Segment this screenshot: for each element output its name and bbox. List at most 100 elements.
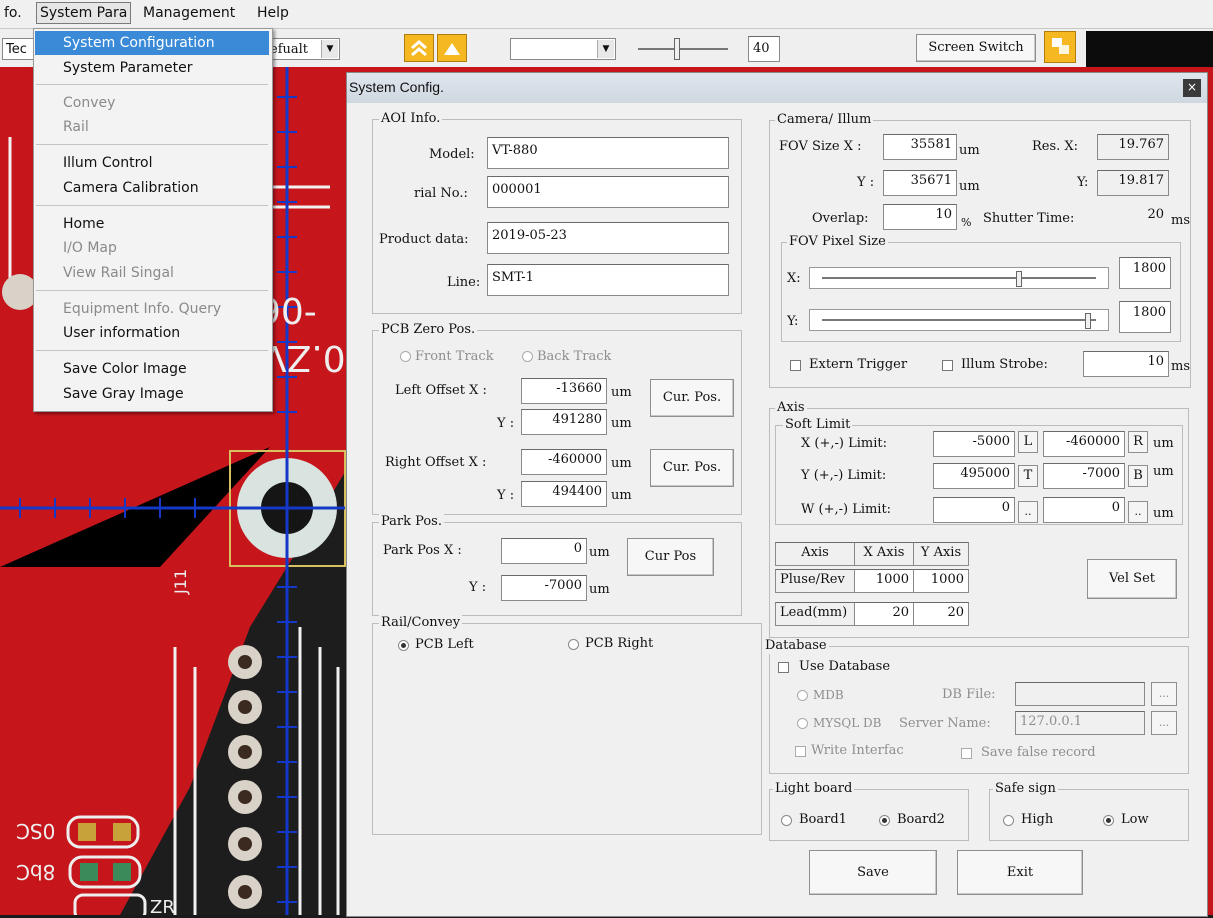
- screen-switch-button[interactable]: Screen Switch: [916, 34, 1036, 62]
- zoom-value-field[interactable]: 40: [748, 36, 780, 62]
- board2-radio[interactable]: [879, 815, 890, 826]
- save-button[interactable]: Save: [809, 850, 937, 895]
- menu-item-illum-control[interactable]: Illum Control: [35, 151, 269, 175]
- use-database-checkbox[interactable]: [778, 662, 789, 673]
- right-cur-pos-button[interactable]: Cur. Pos.: [650, 449, 734, 487]
- left-offset-x-field[interactable]: -13660: [521, 378, 607, 404]
- back-track-radio: [522, 351, 533, 362]
- right-offset-y-field[interactable]: 494400: [521, 481, 607, 507]
- rail-convey-group-label: Rail/Convey: [379, 615, 463, 631]
- menu-item-camera-calibration[interactable]: Camera Calibration: [35, 176, 269, 200]
- menu-item-view-rail-signal: View Rail Singal: [63, 265, 174, 281]
- pluse-rev-x-field[interactable]: 1000: [854, 569, 914, 593]
- zoom-slider[interactable]: [638, 48, 728, 50]
- menu-item-save-color-image[interactable]: Save Color Image: [35, 357, 269, 381]
- low-label: Low: [1121, 812, 1149, 827]
- x-limit-neg-field[interactable]: -460000: [1043, 431, 1125, 457]
- high-radio[interactable]: [1003, 815, 1014, 826]
- db-file-browse-button: ...: [1151, 682, 1177, 706]
- y-limit-pos-field[interactable]: 495000: [933, 463, 1015, 489]
- menu-management[interactable]: Management: [139, 3, 239, 23]
- w-limit-pos-field[interactable]: 0: [933, 497, 1015, 523]
- product-data-field[interactable]: 2019-05-23: [487, 222, 729, 254]
- pixel-x-slider-thumb[interactable]: [1016, 271, 1023, 287]
- pcb-left-radio[interactable]: [398, 640, 409, 651]
- park-pos-y-label: Y :: [469, 580, 487, 595]
- pcb-right-label: PCB Right: [585, 636, 654, 651]
- light-board-group-label: Light board: [773, 781, 855, 797]
- pluse-rev-y-field[interactable]: 1000: [913, 569, 969, 593]
- model-field[interactable]: VT-880: [487, 137, 729, 169]
- up-arrow-button[interactable]: [437, 34, 467, 62]
- pcb-right-radio[interactable]: [568, 639, 579, 650]
- vel-set-button[interactable]: Vel Set: [1087, 559, 1177, 599]
- dialog-titlebar: System Config. ×: [347, 73, 1207, 103]
- menu-item-home[interactable]: Home: [35, 212, 269, 236]
- close-button[interactable]: ×: [1183, 79, 1201, 97]
- y-limit-neg-field[interactable]: -7000: [1043, 463, 1125, 489]
- line-field[interactable]: SMT-1: [487, 264, 729, 296]
- lead-x-field[interactable]: 20: [854, 602, 914, 626]
- park-pos-y-field[interactable]: -7000: [501, 575, 587, 601]
- board1-radio[interactable]: [781, 815, 792, 826]
- switch-icon-button[interactable]: [1044, 31, 1076, 63]
- database-group-label: Database: [763, 638, 829, 654]
- y-limit-t-button[interactable]: T: [1018, 465, 1038, 487]
- illum-strobe-checkbox[interactable]: [942, 360, 953, 371]
- use-database-label: Use Database: [799, 659, 891, 674]
- menu-system-para[interactable]: System Para: [36, 2, 132, 24]
- w-limit-neg-browse-button[interactable]: ..: [1128, 501, 1148, 523]
- w-limit-label: W (+,-) Limit:: [801, 502, 892, 517]
- w-limit-pos-browse-button[interactable]: ..: [1018, 501, 1038, 523]
- park-pos-x-field[interactable]: 0: [501, 538, 587, 564]
- chevron-down-icon[interactable]: ▼: [321, 40, 338, 58]
- x-limit-l-button[interactable]: L: [1018, 431, 1038, 453]
- shutter-time-unit: ms: [1171, 213, 1190, 228]
- fov-size-y-unit: um: [959, 179, 980, 194]
- left-offset-y-unit: um: [611, 416, 632, 431]
- pixel-x-slider[interactable]: [809, 267, 1109, 289]
- pixel-y-slider-track: [822, 319, 1096, 321]
- fov-size-y-field[interactable]: 35671: [883, 170, 957, 196]
- pixel-y-slider-thumb[interactable]: [1084, 313, 1091, 329]
- front-track-radio: [400, 351, 411, 362]
- pixel-x-field[interactable]: 1800: [1119, 257, 1171, 289]
- menu-help[interactable]: Help: [253, 3, 293, 23]
- back-track-label: Back Track: [537, 349, 612, 364]
- overlap-field[interactable]: 10: [883, 204, 957, 230]
- left-offset-y-label: Y :: [497, 416, 515, 431]
- x-limit-pos-field[interactable]: -5000: [933, 431, 1015, 457]
- lead-y-field[interactable]: 20: [913, 602, 969, 626]
- menu-item-system-configuration[interactable]: System Configuration: [35, 31, 269, 55]
- double-up-arrow-button[interactable]: [404, 34, 434, 62]
- mode-combo[interactable]: ▼: [510, 38, 616, 60]
- menu-separator: [36, 350, 268, 351]
- menu-item-user-information[interactable]: User information: [35, 321, 269, 345]
- res-y-label: Y:: [1077, 175, 1089, 190]
- extern-trigger-checkbox[interactable]: [790, 360, 801, 371]
- park-pos-group-label: Park Pos.: [379, 514, 444, 530]
- pixel-x-slider-track: [822, 277, 1096, 279]
- park-cur-pos-button[interactable]: Cur Pos: [627, 538, 714, 576]
- right-offset-x-field[interactable]: -460000: [521, 449, 607, 475]
- low-radio[interactable]: [1103, 815, 1114, 826]
- pixel-y-slider[interactable]: [809, 309, 1109, 331]
- serial-no-field[interactable]: 000001: [487, 176, 729, 208]
- default-combo[interactable]: efualt ▼: [266, 38, 340, 60]
- menu-item-system-parameter[interactable]: System Parameter: [35, 56, 269, 80]
- mysql-db-label: MYSQL DB: [813, 716, 882, 730]
- tech-combo-label: Tec: [6, 42, 27, 57]
- left-offset-y-field[interactable]: 491280: [521, 409, 607, 435]
- y-limit-b-button[interactable]: B: [1128, 465, 1148, 487]
- w-limit-neg-field[interactable]: 0: [1043, 497, 1125, 523]
- illum-strobe-field[interactable]: 10: [1083, 351, 1169, 377]
- pixel-y-field[interactable]: 1800: [1119, 301, 1171, 333]
- menu-info[interactable]: fo.: [0, 3, 26, 23]
- left-cur-pos-button[interactable]: Cur. Pos.: [650, 379, 734, 417]
- x-limit-r-button[interactable]: R: [1128, 431, 1148, 453]
- menu-item-save-gray-image[interactable]: Save Gray Image: [35, 382, 269, 406]
- chevron-down-icon[interactable]: ▼: [597, 40, 614, 58]
- fov-size-x-field[interactable]: 35581: [883, 134, 957, 160]
- exit-button[interactable]: Exit: [957, 850, 1083, 895]
- zoom-slider-thumb[interactable]: [674, 38, 680, 60]
